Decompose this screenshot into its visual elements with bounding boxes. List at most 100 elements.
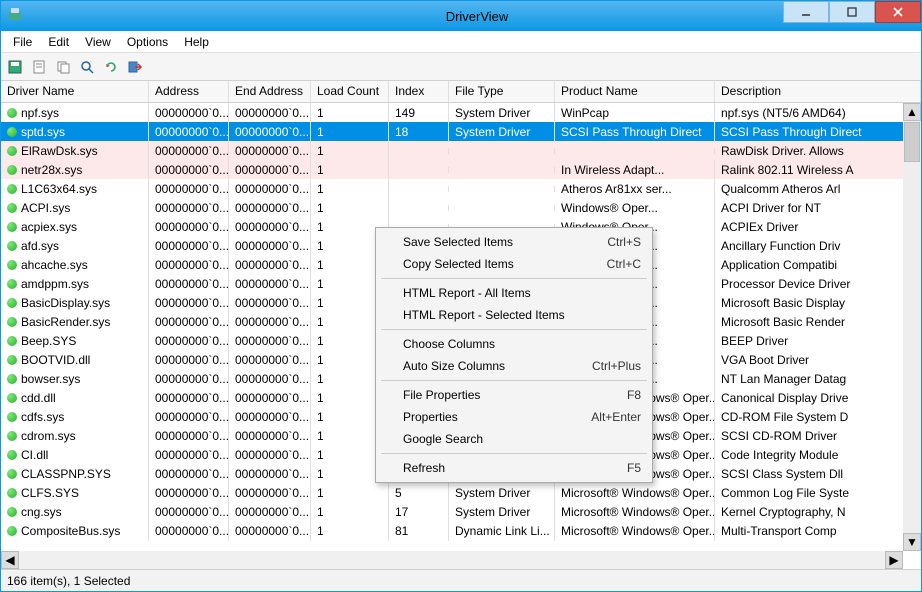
cell-file-type: System Driver bbox=[449, 122, 555, 142]
cell-address: 00000000`0... bbox=[149, 464, 229, 484]
scroll-right-icon[interactable]: ▶ bbox=[885, 551, 903, 569]
cell-end-address: 00000000`0... bbox=[229, 369, 311, 389]
refresh-icon[interactable] bbox=[101, 57, 121, 77]
context-menu-item[interactable]: File PropertiesF8 bbox=[379, 384, 649, 406]
driver-status-icon bbox=[7, 374, 17, 384]
context-menu-item[interactable]: Choose Columns bbox=[379, 333, 649, 355]
find-icon[interactable] bbox=[77, 57, 97, 77]
context-menu-item[interactable]: HTML Report - Selected Items bbox=[379, 304, 649, 326]
menu-file[interactable]: File bbox=[5, 33, 40, 51]
cell-load-count: 1 bbox=[311, 502, 389, 522]
cell-end-address: 00000000`0... bbox=[229, 141, 311, 161]
table-row[interactable]: cng.sys00000000`0...00000000`0...117Syst… bbox=[1, 502, 921, 521]
driver-status-icon bbox=[7, 317, 17, 327]
driver-status-icon bbox=[7, 336, 17, 346]
toolbar bbox=[1, 53, 921, 81]
cell-description: CD-ROM File System D bbox=[715, 407, 921, 427]
context-menu-label: Auto Size Columns bbox=[403, 359, 592, 373]
context-menu-separator bbox=[381, 278, 647, 279]
context-menu-item[interactable]: HTML Report - All Items bbox=[379, 282, 649, 304]
col-product-name[interactable]: Product Name bbox=[555, 81, 715, 102]
cell-address: 00000000`0... bbox=[149, 236, 229, 256]
driver-status-icon bbox=[7, 355, 17, 365]
table-row[interactable]: npf.sys00000000`0...00000000`0...1149Sys… bbox=[1, 103, 921, 122]
cell-driver-name: npf.sys bbox=[21, 106, 59, 120]
table-row[interactable]: L1C63x64.sys00000000`0...00000000`0...1A… bbox=[1, 179, 921, 198]
menu-edit[interactable]: Edit bbox=[40, 33, 77, 51]
cell-description: ACPIEx Driver bbox=[715, 217, 921, 237]
table-row[interactable]: ACPI.sys00000000`0...00000000`0...1Windo… bbox=[1, 198, 921, 217]
cell-end-address: 00000000`0... bbox=[229, 198, 311, 218]
cell-description: Code Integrity Module bbox=[715, 445, 921, 465]
context-menu-item[interactable]: Google Search bbox=[379, 428, 649, 450]
col-address[interactable]: Address bbox=[149, 81, 229, 102]
cell-description: NT Lan Manager Datag bbox=[715, 369, 921, 389]
table-row[interactable]: sptd.sys00000000`0...00000000`0...118Sys… bbox=[1, 122, 921, 141]
context-menu-label: HTML Report - Selected Items bbox=[403, 308, 641, 322]
table-row[interactable]: CompositeBus.sys00000000`0...00000000`0.… bbox=[1, 521, 921, 540]
context-menu-item[interactable]: Save Selected ItemsCtrl+S bbox=[379, 231, 649, 253]
context-menu-shortcut: Ctrl+Plus bbox=[592, 359, 641, 373]
cell-load-count: 1 bbox=[311, 141, 389, 161]
context-menu-item[interactable]: PropertiesAlt+Enter bbox=[379, 406, 649, 428]
cell-address: 00000000`0... bbox=[149, 103, 229, 123]
driver-status-icon bbox=[7, 241, 17, 251]
driver-status-icon bbox=[7, 222, 17, 232]
table-row[interactable]: ElRawDsk.sys00000000`0...00000000`0...1R… bbox=[1, 141, 921, 160]
cell-end-address: 00000000`0... bbox=[229, 388, 311, 408]
hscroll-track[interactable] bbox=[19, 551, 885, 569]
table-row[interactable]: CLFS.SYS00000000`0...00000000`0...15Syst… bbox=[1, 483, 921, 502]
cell-driver-name: CLASSPNP.SYS bbox=[21, 467, 111, 481]
cell-driver-name: BasicDisplay.sys bbox=[21, 296, 110, 310]
cell-index: 18 bbox=[389, 122, 449, 142]
driver-status-icon bbox=[7, 450, 17, 460]
cell-driver-name: Beep.SYS bbox=[21, 334, 76, 348]
cell-product: Microsoft® Windows® Oper... bbox=[555, 483, 715, 503]
table-area: Driver Name Address End Address Load Cou… bbox=[1, 81, 921, 569]
cell-index: 17 bbox=[389, 502, 449, 522]
close-button[interactable] bbox=[875, 1, 921, 23]
context-menu-separator bbox=[381, 453, 647, 454]
context-menu-item[interactable]: RefreshF5 bbox=[379, 457, 649, 479]
scroll-thumb[interactable] bbox=[904, 122, 920, 162]
cell-index: 149 bbox=[389, 103, 449, 123]
exit-icon[interactable] bbox=[125, 57, 145, 77]
col-load-count[interactable]: Load Count bbox=[311, 81, 389, 102]
minimize-button[interactable] bbox=[783, 1, 829, 23]
cell-address: 00000000`0... bbox=[149, 483, 229, 503]
copy-icon[interactable] bbox=[53, 57, 73, 77]
cell-driver-name: cdrom.sys bbox=[21, 429, 76, 443]
vertical-scrollbar[interactable]: ▲ ▼ bbox=[903, 103, 921, 551]
cell-description: Processor Device Driver bbox=[715, 274, 921, 294]
col-description[interactable]: Description bbox=[715, 81, 921, 102]
cell-load-count: 1 bbox=[311, 122, 389, 142]
col-driver-name[interactable]: Driver Name bbox=[1, 81, 149, 102]
col-index[interactable]: Index bbox=[389, 81, 449, 102]
scroll-left-icon[interactable]: ◀ bbox=[1, 551, 19, 569]
col-file-type[interactable]: File Type bbox=[449, 81, 555, 102]
context-menu[interactable]: Save Selected ItemsCtrl+SCopy Selected I… bbox=[375, 227, 653, 483]
cell-end-address: 00000000`0... bbox=[229, 331, 311, 351]
context-menu-shortcut: F8 bbox=[627, 388, 641, 402]
col-end-address[interactable]: End Address bbox=[229, 81, 311, 102]
horizontal-scrollbar[interactable]: ◀ ▶ bbox=[1, 551, 903, 569]
menu-help[interactable]: Help bbox=[176, 33, 217, 51]
save-icon[interactable] bbox=[5, 57, 25, 77]
cell-end-address: 00000000`0... bbox=[229, 445, 311, 465]
scroll-up-icon[interactable]: ▲ bbox=[903, 103, 921, 121]
cell-end-address: 00000000`0... bbox=[229, 350, 311, 370]
context-menu-shortcut: Ctrl+C bbox=[607, 257, 641, 271]
menu-view[interactable]: View bbox=[77, 33, 119, 51]
scroll-down-icon[interactable]: ▼ bbox=[903, 533, 921, 551]
context-menu-item[interactable]: Auto Size ColumnsCtrl+Plus bbox=[379, 355, 649, 377]
cell-product: WinPcap bbox=[555, 103, 715, 123]
context-menu-label: Save Selected Items bbox=[403, 235, 607, 249]
cell-description: VGA Boot Driver bbox=[715, 350, 921, 370]
cell-address: 00000000`0... bbox=[149, 445, 229, 465]
properties-icon[interactable] bbox=[29, 57, 49, 77]
maximize-button[interactable] bbox=[829, 1, 875, 23]
menu-options[interactable]: Options bbox=[119, 33, 176, 51]
context-menu-item[interactable]: Copy Selected ItemsCtrl+C bbox=[379, 253, 649, 275]
table-row[interactable]: netr28x.sys00000000`0...00000000`0...1In… bbox=[1, 160, 921, 179]
cell-driver-name: amdppm.sys bbox=[21, 277, 89, 291]
